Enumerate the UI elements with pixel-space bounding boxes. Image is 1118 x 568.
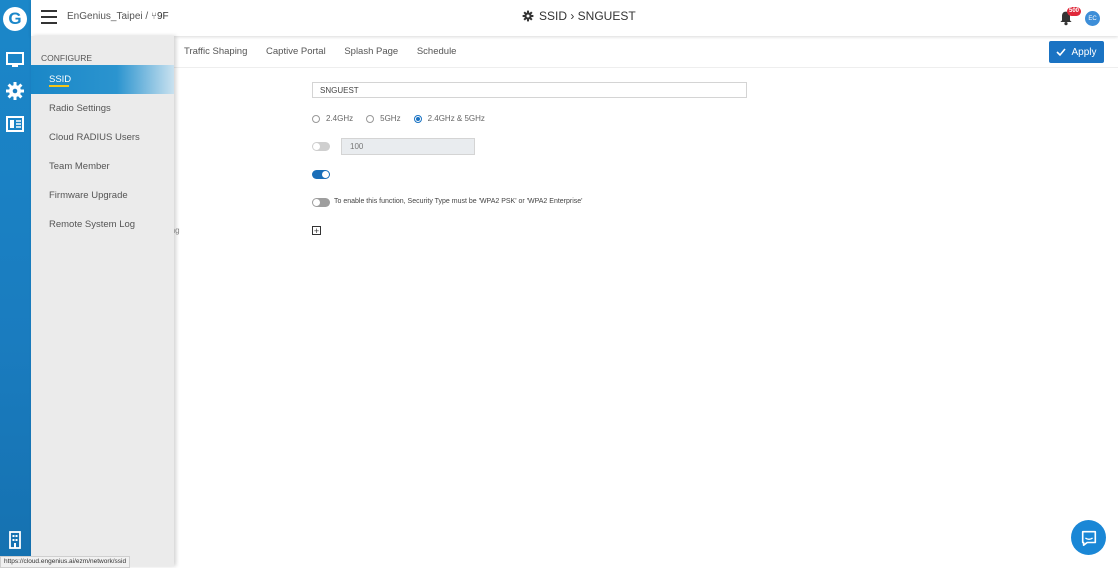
- chat-icon: [1081, 530, 1096, 546]
- chat-button[interactable]: [1071, 520, 1106, 555]
- menu-item-team-member[interactable]: Team Member: [31, 152, 174, 181]
- menu-item-remote-system-log[interactable]: Remote System Log: [31, 210, 174, 239]
- menu-item-radio-settings[interactable]: Radio Settings: [31, 94, 174, 123]
- breadcrumb[interactable]: EnGenius_Taipei / ⑂9F: [67, 11, 169, 22]
- list-panel-icon[interactable]: [5, 114, 25, 134]
- ssid-name-input[interactable]: [312, 82, 747, 98]
- band-selector: 2.4GHz 5GHz 2.4GHz & 5GHz: [312, 114, 498, 123]
- band-option-label: 2.4GHz & 5GHz: [427, 114, 485, 123]
- menu-item-firmware-upgrade[interactable]: Firmware Upgrade: [31, 181, 174, 210]
- menu-item-label: Firmware Upgrade: [49, 190, 128, 201]
- band-option-5g[interactable]: 5GHz: [366, 114, 401, 123]
- building-icon[interactable]: [5, 530, 25, 550]
- menu-item-label: Remote System Log: [49, 219, 136, 230]
- band-option-dual[interactable]: 2.4GHz & 5GHz: [413, 114, 485, 123]
- band-option-2g[interactable]: 2.4GHz: [312, 114, 353, 123]
- menu-item-cloud-radius-users[interactable]: Cloud RADIUS Users: [31, 123, 174, 152]
- monitor-icon[interactable]: [5, 50, 25, 70]
- radio-selected-icon: [413, 114, 422, 123]
- top-bar: EnGenius_Taipei / ⑂9F SSID › SNGUEST 500…: [31, 0, 1118, 36]
- tab-traffic-shaping[interactable]: Traffic Shaping: [184, 46, 247, 57]
- page-title-text: SSID › SNGUEST: [539, 9, 636, 23]
- status-url: https://cloud.engenius.ai/ezm/network/ss…: [0, 556, 131, 568]
- gear-icon[interactable]: [5, 81, 25, 101]
- apply-label: Apply: [1071, 46, 1097, 58]
- engenius-logo[interactable]: G: [3, 7, 27, 31]
- tab-captive-portal[interactable]: Captive Portal: [266, 46, 326, 57]
- tab-bar: Traffic Shaping Captive Portal Splash Pa…: [184, 46, 472, 57]
- security-note: To enable this function, Security Type m…: [334, 198, 583, 205]
- avatar[interactable]: EC: [1085, 11, 1100, 26]
- configure-drawer: CONFIGURE SSID Radio Settings Cloud RADI…: [31, 36, 174, 566]
- menu-item-label: Radio Settings: [49, 103, 111, 114]
- tab-schedule[interactable]: Schedule: [417, 46, 457, 57]
- divider: [174, 67, 1118, 68]
- page-title: SSID › SNGUEST: [522, 9, 636, 23]
- menu-item-label: SSID: [49, 74, 72, 85]
- left-rail: G: [0, 0, 31, 566]
- notification-badge: 500: [1067, 7, 1082, 16]
- floor-name[interactable]: 9F: [157, 11, 169, 22]
- check-icon: [1056, 48, 1067, 57]
- gear-icon: [522, 10, 534, 22]
- band-option-label: 2.4GHz: [326, 114, 354, 123]
- drawer-title: CONFIGURE: [41, 53, 92, 63]
- limit-toggle[interactable]: [312, 142, 330, 151]
- radio-icon: [312, 114, 320, 123]
- menu-item-ssid[interactable]: SSID: [31, 65, 174, 94]
- menu-item-label: Team Member: [49, 161, 110, 172]
- org-name[interactable]: EnGenius_Taipei /: [67, 11, 148, 22]
- radio-icon: [366, 114, 375, 123]
- tab-splash-page[interactable]: Splash Page: [344, 46, 398, 57]
- apply-button[interactable]: Apply: [1049, 41, 1104, 63]
- menu-item-label: Cloud RADIUS Users: [49, 132, 140, 143]
- menu-icon[interactable]: [41, 10, 57, 24]
- limit-input[interactable]: [341, 138, 475, 155]
- feature-toggle[interactable]: [312, 170, 330, 179]
- band-option-label: 5GHz: [380, 114, 401, 123]
- expand-plus-icon[interactable]: +: [312, 226, 321, 236]
- security-dependent-toggle[interactable]: [312, 198, 330, 207]
